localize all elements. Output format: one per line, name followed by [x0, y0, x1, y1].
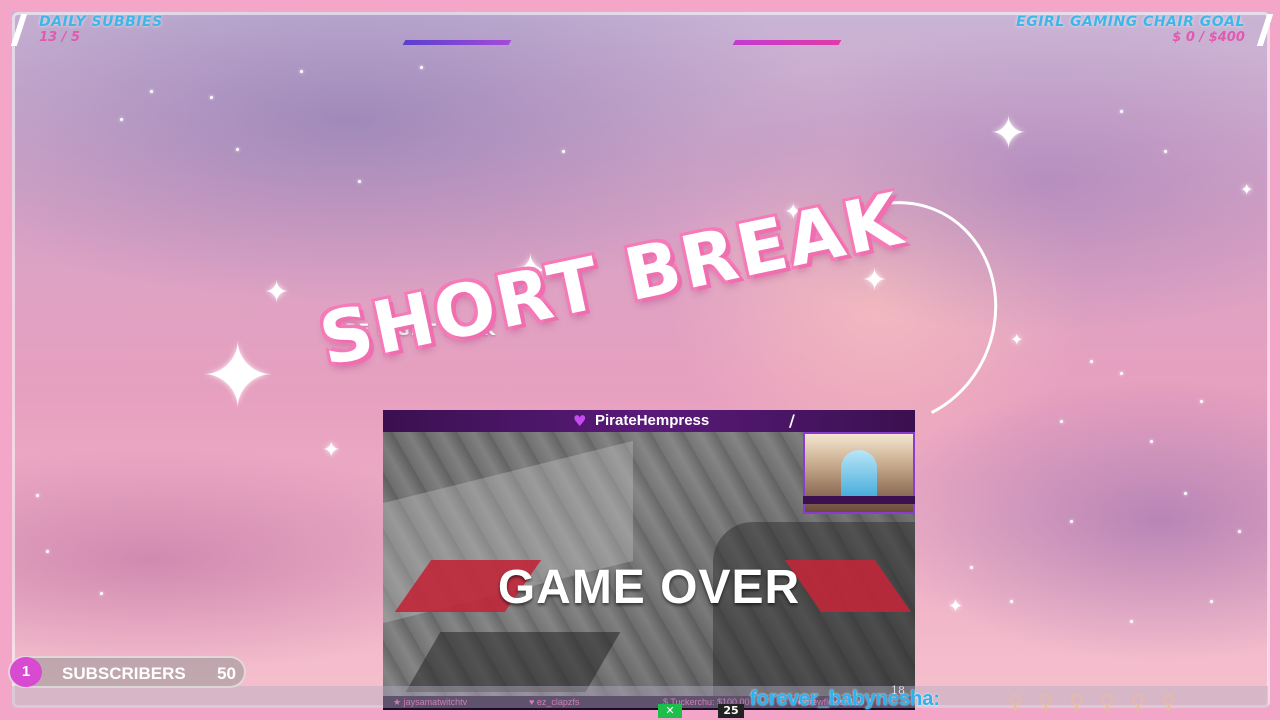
star-dot [562, 150, 565, 153]
star-dot [970, 566, 973, 569]
star-dot [1238, 530, 1241, 533]
star-dot [1130, 620, 1133, 623]
streamer-avatar [841, 450, 877, 502]
star-dot [1120, 110, 1123, 113]
daily-subs-goal: DAILY SUBBIES 13 / 5 [10, 14, 163, 46]
sparkle-icon: ✦ [948, 596, 964, 617]
game-ramp [405, 632, 621, 692]
daily-subs-value: 13 / 5 [39, 30, 81, 45]
top-accent-bar-left [402, 40, 512, 45]
webcam-caption-bar [803, 496, 915, 504]
star-dot [1210, 600, 1213, 603]
star-dot [1120, 372, 1123, 375]
subscriber-count: 1 [10, 657, 42, 687]
star-dot [36, 494, 39, 497]
daily-subs-title: DAILY SUBBIES [39, 14, 163, 30]
star-dot [100, 592, 103, 595]
subscriber-label: SUBSCRIBERS [62, 664, 186, 683]
top-accent-bar-right [732, 40, 842, 45]
star-dot [1184, 492, 1187, 495]
star-dot [1010, 600, 1013, 603]
ticker-username: forever_babynesha: [750, 688, 941, 710]
chair-goal-value: $ 0 / $400 [1172, 30, 1245, 45]
star-dot [120, 118, 123, 121]
star-dot [1090, 360, 1093, 363]
star-dot [236, 148, 239, 151]
star-dot [1200, 400, 1203, 403]
sparkle-icon: ✦ [990, 108, 1027, 159]
heart-icon: ♥ [573, 412, 587, 430]
star-dot [46, 550, 49, 553]
subscriber-goal: 50 [217, 664, 236, 683]
star-dot [150, 90, 153, 93]
header-slash: / [789, 411, 795, 430]
chair-goal-title: EGIRL GAMING CHAIR GOAL [1016, 14, 1245, 30]
emote-row: ♀♀♀♀♀♀ [1008, 690, 1192, 714]
embed-header: ♥ PirateHempress / [383, 410, 915, 432]
sparkle-icon: ✦ [1240, 180, 1254, 199]
star-dot [210, 96, 213, 99]
streamer-name: PirateHempress [595, 412, 710, 429]
star-dot [1070, 520, 1073, 523]
star-dot [420, 66, 423, 69]
star-dot [300, 70, 303, 73]
star-dot [1060, 420, 1063, 423]
star-dot [358, 180, 361, 183]
sparkle-icon: ✦ [1010, 330, 1024, 349]
star-dot [1164, 150, 1167, 153]
sparkle-icon: ✦ [264, 275, 290, 310]
chat-badge-count: 25 [718, 704, 744, 718]
sparkle-icon: ✦ [200, 324, 276, 429]
chat-badge-x: ✕ [658, 704, 682, 718]
chair-goal: EGIRL GAMING CHAIR GOAL $ 0 / $400 [1016, 14, 1274, 46]
embedded-stream: GAME OVER ♥ PirateHempress / 18 ★ jaysam… [383, 410, 915, 710]
sparkle-icon: ✦ [322, 438, 341, 463]
game-over-text: GAME OVER [497, 561, 801, 614]
star-dot [1150, 440, 1153, 443]
subscriber-goal-bar: 1 SUBSCRIBERS 50 [8, 656, 246, 688]
